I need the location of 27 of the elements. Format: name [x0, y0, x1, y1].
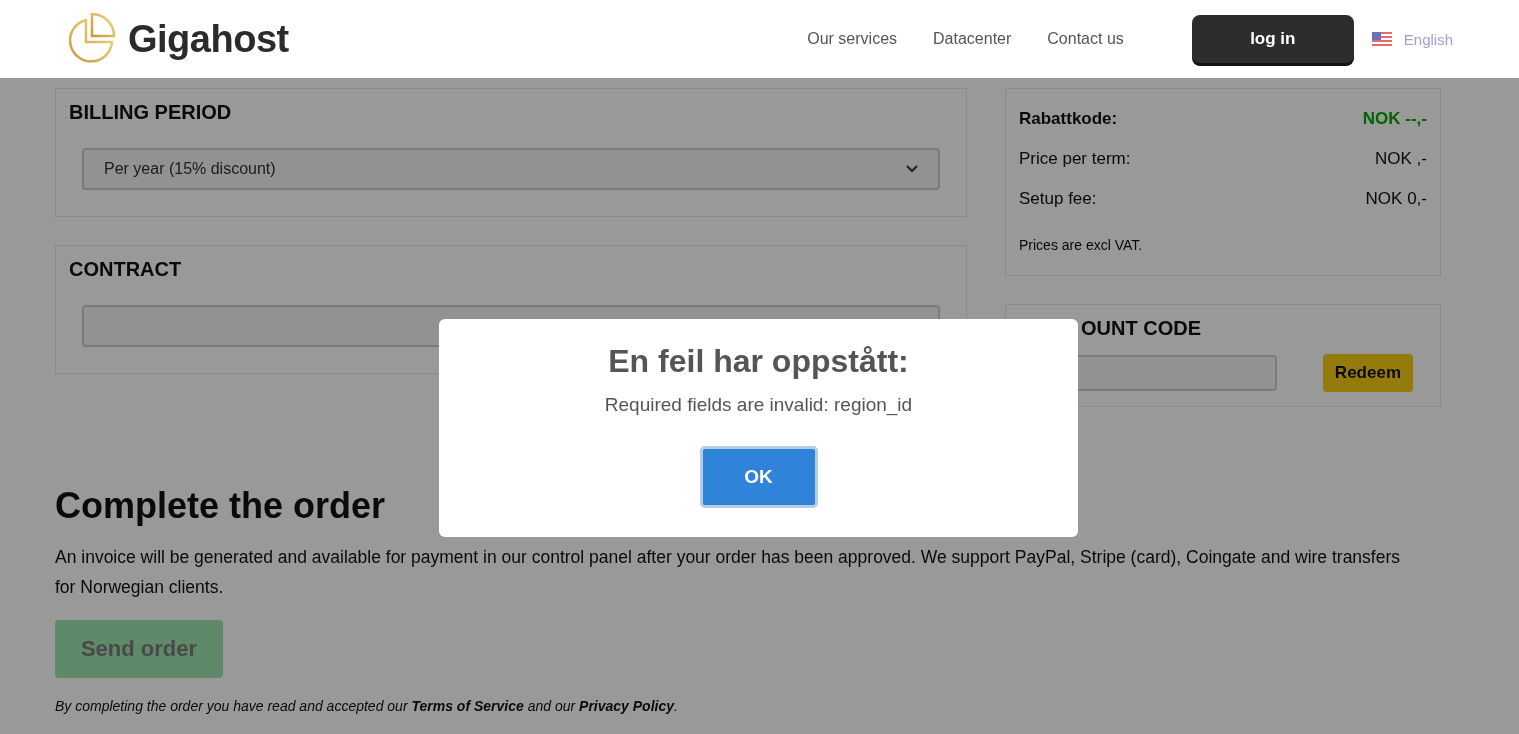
- section-title: BILLING PERIOD: [68, 100, 233, 124]
- section-title: CONTRACT: [68, 257, 183, 281]
- flag-icon: [1371, 32, 1392, 46]
- nav-link[interactable]: Our services: [807, 30, 898, 48]
- billing-period-select[interactable]: Per year (15% discount): [82, 148, 940, 190]
- terms-link[interactable]: Terms of Service: [411, 698, 524, 714]
- summary-value: NOK 0,-: [1365, 189, 1427, 209]
- summary-value: NOK --,-: [1362, 109, 1427, 129]
- ok-button[interactable]: OK: [699, 446, 818, 508]
- dialog-title: En feil har oppstått:: [608, 343, 909, 380]
- section-title: OUNT CODE: [1080, 316, 1202, 340]
- summary-label: Setup fee:: [1019, 189, 1097, 209]
- complete-order-heading: Complete the order: [55, 485, 386, 527]
- dialog-message: Required fields are invalid: region_id: [604, 394, 913, 416]
- invoice-info-text: An invoice will be generated and available for payment in our control panel after your order has been approved. We support PayPal, Stripe (card), Coingate and wire transfers for Norwegian clients.: [55, 546, 1401, 599]
- vat-note: Prices are excl VAT.: [1019, 237, 1144, 253]
- summary-label: Price per term:: [1019, 149, 1131, 169]
- privacy-link[interactable]: Privacy Policy: [579, 698, 674, 714]
- nav-link[interactable]: Datacenter: [933, 30, 1012, 48]
- logo-text[interactable]: Gigahost: [128, 17, 289, 61]
- terms-text: By completing the order you have read and accepted our Terms of Service and our Privacy Policy.: [55, 698, 679, 714]
- redeem-button[interactable]: Redeem: [1322, 354, 1413, 392]
- summary-label: Rabattkode:: [1019, 109, 1118, 129]
- summary-value: NOK ,-: [1375, 149, 1427, 169]
- login-button[interactable]: log in: [1191, 15, 1354, 63]
- chevron-down-icon: [906, 165, 918, 173]
- nav-link[interactable]: Contact us: [1047, 30, 1124, 48]
